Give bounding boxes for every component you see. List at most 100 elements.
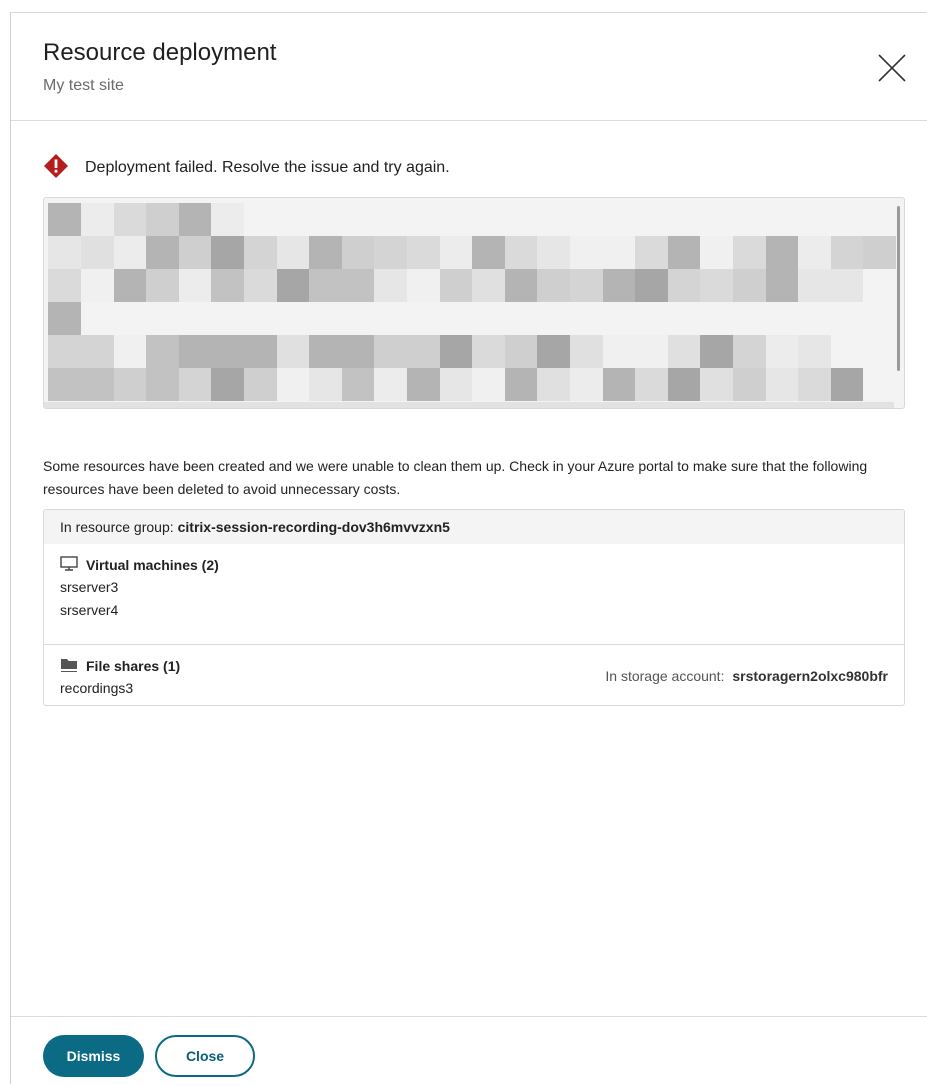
- redacted-log-pixel: [113, 203, 147, 236]
- virtual-machines-section: Virtual machines (2) srserver3 srserver4: [44, 554, 904, 645]
- redacted-log-pixel: [504, 368, 538, 401]
- redacted-log-pixel: [341, 236, 375, 269]
- redacted-log-pixel: [830, 269, 864, 302]
- resource-group-name: citrix-session-recording-dov3h6mvvzxn5: [177, 519, 450, 535]
- redacted-log-pixel: [471, 269, 505, 302]
- redacted-log-pixel: [48, 269, 81, 302]
- redacted-log-pixel: [406, 269, 440, 302]
- redacted-log-pixel: [634, 368, 668, 401]
- redacted-log-pixel: [113, 236, 147, 269]
- redacted-log-pixel: [732, 269, 766, 302]
- redacted-log-pixel: [276, 236, 310, 269]
- close-icon[interactable]: [877, 53, 907, 83]
- error-diamond-icon: [43, 153, 69, 184]
- log-horizontal-scrollbar[interactable]: [44, 402, 894, 408]
- redacted-log-pixel: [243, 368, 277, 401]
- redacted-log-pixel: [145, 368, 179, 401]
- redacted-log-pixel: [732, 368, 766, 401]
- redacted-log-pixel: [537, 335, 570, 368]
- redacted-log-pixel: [439, 236, 473, 269]
- redacted-log-pixel: [48, 236, 81, 269]
- redacted-log-pixel: [48, 368, 81, 401]
- storage-account-name: srstoragern2olxc980bfr: [732, 668, 888, 684]
- redacted-log-pixel: [504, 269, 538, 302]
- redacted-log-pixel: [48, 335, 81, 368]
- panel-header: Resource deployment My test site: [11, 13, 927, 121]
- redacted-log-pixel: [308, 236, 342, 269]
- dismiss-button[interactable]: Dismiss: [43, 1035, 144, 1077]
- redacted-log-pixel: [634, 269, 668, 302]
- redacted-log-pixel: [243, 269, 277, 302]
- redacted-log-pixel: [765, 368, 799, 401]
- file-shares-title: File shares (1): [86, 658, 181, 674]
- list-item: srserver3: [60, 579, 119, 595]
- redacted-log-pixel: [765, 269, 799, 302]
- log-scrollbar[interactable]: [897, 206, 900, 371]
- virtual-machines-title: Virtual machines (2): [86, 557, 219, 573]
- file-shares-section: File shares (1) In storage account: srst…: [44, 655, 904, 705]
- redacted-log-pixel: [211, 203, 244, 236]
- site-name: My test site: [43, 77, 124, 94]
- redacted-log-pixel: [243, 335, 277, 368]
- redacted-log-pixel: [700, 335, 733, 368]
- redacted-log-pixel: [569, 335, 603, 368]
- panel-footer: Dismiss Close: [11, 1016, 927, 1086]
- resource-group-row: In resource group: citrix-session-record…: [44, 510, 904, 544]
- redacted-log-pixel: [48, 302, 81, 335]
- redacted-log-pixel: [178, 269, 212, 302]
- redacted-log-pixel: [863, 236, 896, 269]
- redacted-log-pixel: [211, 236, 244, 269]
- redacted-log-pixel: [341, 335, 375, 368]
- redacted-log-pixel: [667, 368, 701, 401]
- redacted-log-pixel: [667, 236, 701, 269]
- redacted-log-pixel: [700, 368, 733, 401]
- redacted-log-pixel: [504, 236, 538, 269]
- leftover-resources: In resource group: citrix-session-record…: [43, 509, 905, 706]
- page-title: Resource deployment: [43, 39, 277, 66]
- redacted-log-pixel: [113, 335, 147, 368]
- redacted-log-pixel: [537, 236, 570, 269]
- storage-account: In storage account: srstoragern2olxc980b…: [605, 665, 888, 687]
- redacted-log-pixel: [406, 335, 440, 368]
- redacted-log-pixel: [80, 335, 114, 368]
- redacted-log-pixel: [797, 236, 831, 269]
- redacted-log-pixel: [80, 269, 114, 302]
- redacted-log-pixel: [48, 203, 81, 236]
- folder-icon: [60, 657, 86, 676]
- redacted-log-pixel: [732, 236, 766, 269]
- redacted-log-pixel: [406, 368, 440, 401]
- redacted-log-pixel: [634, 335, 668, 368]
- list-item: srserver4: [60, 602, 119, 618]
- redacted-log-pixel: [178, 236, 212, 269]
- redacted-log-pixel: [211, 335, 244, 368]
- error-log[interactable]: [43, 197, 905, 409]
- redacted-log-pixel: [700, 269, 733, 302]
- resource-group-label: In resource group:: [60, 519, 174, 535]
- redacted-log-pixel: [797, 269, 831, 302]
- redacted-log-pixel: [569, 368, 603, 401]
- redacted-log-pixel: [537, 269, 570, 302]
- error-alert: Deployment failed. Resolve the issue and…: [43, 153, 450, 184]
- redacted-log-pixel: [439, 335, 473, 368]
- redacted-log-pixel: [211, 269, 244, 302]
- redacted-log-pixel: [113, 269, 147, 302]
- redacted-log-pixel: [145, 203, 179, 236]
- redacted-log-pixel: [145, 269, 179, 302]
- redacted-log-pixel: [471, 335, 505, 368]
- redacted-log-pixel: [602, 335, 636, 368]
- redacted-log-pixel: [667, 335, 701, 368]
- redacted-log-pixel: [374, 368, 407, 401]
- redacted-log-pixel: [113, 368, 147, 401]
- redacted-log-pixel: [178, 203, 212, 236]
- redacted-log-pixel: [667, 269, 701, 302]
- redacted-log-pixel: [211, 368, 244, 401]
- redacted-log-pixel: [276, 335, 310, 368]
- close-button[interactable]: Close: [155, 1035, 255, 1077]
- redacted-log-pixel: [276, 368, 310, 401]
- redacted-log-pixel: [797, 335, 831, 368]
- redacted-log-pixel: [471, 236, 505, 269]
- redacted-log-pixel: [406, 236, 440, 269]
- redacted-log-pixel: [537, 368, 570, 401]
- redacted-log-pixel: [308, 368, 342, 401]
- redacted-log-pixel: [276, 269, 310, 302]
